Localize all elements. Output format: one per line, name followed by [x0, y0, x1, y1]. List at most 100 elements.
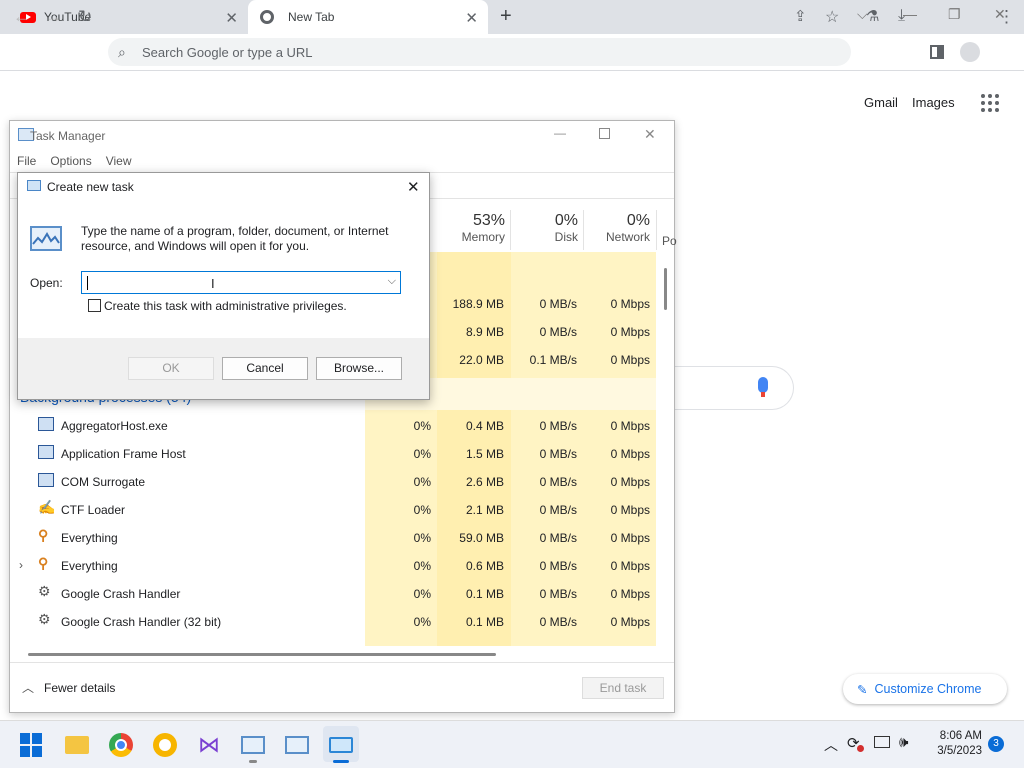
open-label: Open: [30, 276, 63, 290]
disk-cell: 0 MB/s [539, 297, 577, 311]
cancel-button[interactable]: Cancel [222, 357, 308, 380]
clock[interactable]: 8:06 AM 3/5/2023 [930, 729, 982, 759]
voice-search-icon[interactable] [758, 377, 768, 393]
column-disk[interactable]: 0% Disk [515, 212, 578, 244]
minimize-icon[interactable]: — [554, 126, 566, 140]
menu-icon[interactable]: ⋮ [998, 7, 1015, 27]
chrome-taskbar-icon[interactable] [109, 733, 133, 757]
memory-percent: 53% [472, 212, 505, 229]
gmail-link[interactable]: Gmail [864, 95, 898, 110]
tab-new-tab[interactable]: New Tab ✕ [248, 0, 488, 34]
disk-cell: 0 MB/s [539, 615, 577, 629]
chevron-up-icon[interactable]: ︿ [22, 679, 34, 696]
disk-cell: 0 MB/s [539, 559, 577, 573]
labs-icon[interactable]: ⚗ [866, 7, 879, 25]
task-manager-taskbar-icon[interactable] [285, 736, 309, 754]
crash-icon: ⚙ [38, 611, 51, 627]
cpu-cell: 0% [413, 587, 431, 601]
horizontal-scrollbar[interactable] [28, 653, 496, 656]
network-icon[interactable] [874, 736, 890, 748]
column-memory[interactable]: 53% Memory [437, 212, 505, 244]
back-icon[interactable]: ← [13, 7, 30, 27]
window-icon [38, 445, 54, 459]
volume-icon[interactable]: 🕪 [899, 734, 908, 751]
ok-button[interactable]: OK [128, 357, 214, 380]
download-icon[interactable]: ⤓ [898, 7, 905, 25]
pencil-icon: ✎ [857, 682, 868, 697]
memory-cell: 2.6 MB [465, 475, 504, 489]
close-tab-icon[interactable]: ✕ [465, 9, 478, 27]
sidebar-icon[interactable] [930, 45, 944, 59]
dialog-description: Type the name of a program, folder, docu… [81, 224, 389, 253]
disk-cell: 0 MB/s [539, 587, 577, 601]
memory-cell: 8.9 MB [465, 325, 504, 339]
reload-icon[interactable]: ↻ [78, 7, 92, 27]
file-explorer-icon[interactable] [65, 736, 89, 754]
disk-cell: 0.1 MB/s [529, 353, 577, 367]
dialog-title: Create new task [47, 180, 134, 194]
expand-chevron-icon[interactable]: › [19, 558, 23, 572]
menu-view[interactable]: View [106, 154, 132, 168]
network-cell: 0 Mbps [610, 531, 650, 545]
disk-label: Disk [554, 230, 578, 244]
run-program-icon [30, 226, 62, 251]
star-icon[interactable]: ☆ [825, 7, 839, 27]
menu-options[interactable]: Options [50, 154, 91, 168]
table-row[interactable]: ⚙ Google Crash Handler (32 bit) 0% 0.1 M… [10, 608, 656, 636]
disk-cell: 0 MB/s [539, 503, 577, 517]
table-row[interactable]: › ⚲ Everything 0% 0.6 MB 0 MB/s 0 Mbps [10, 552, 656, 580]
restore-icon[interactable]: ❐ [948, 6, 961, 23]
minimize-icon[interactable]: — [903, 6, 917, 22]
table-row[interactable]: ⚙ Google Crash Handler 0% 0.1 MB 0 MB/s … [10, 580, 656, 608]
omnibox-placeholder: Search Google or type a URL [142, 45, 313, 60]
profile-icon[interactable] [960, 42, 980, 62]
chrome-canary-icon[interactable] [153, 733, 177, 757]
network-cell: 0 Mbps [610, 353, 650, 367]
customize-label: Customize Chrome [874, 682, 982, 696]
network-cell: 0 Mbps [610, 447, 650, 461]
admin-privileges-checkbox[interactable] [88, 299, 101, 312]
tab-youtube[interactable]: YouTube ✕ [8, 0, 248, 34]
network-cell: 0 Mbps [610, 587, 650, 601]
column-power[interactable]: Po [662, 234, 677, 248]
google-apps-icon[interactable] [981, 94, 999, 112]
date: 3/5/2023 [937, 745, 982, 757]
table-row[interactable]: AggregatorHost.exe 0% 0.4 MB 0 MB/s 0 Mb… [10, 412, 656, 440]
disk-cell: 0 MB/s [539, 447, 577, 461]
dropdown-arrow-icon[interactable]: ⌵ [388, 275, 396, 288]
menu-file[interactable]: File [17, 154, 36, 168]
notification-badge[interactable]: 3 [988, 736, 1004, 752]
close-tab-icon[interactable]: ✕ [225, 9, 238, 27]
table-row[interactable]: COM Surrogate 0% 2.6 MB 0 MB/s 0 Mbps [10, 468, 656, 496]
forward-icon[interactable]: → [45, 7, 62, 27]
table-row[interactable]: ⚲ Everything 0% 59.0 MB 0 MB/s 0 Mbps [10, 524, 656, 552]
disk-cell: 0 MB/s [539, 325, 577, 339]
memory-cell: 59.0 MB [459, 531, 504, 545]
task-manager-taskbar-icon[interactable] [241, 736, 265, 754]
open-combobox[interactable]: ⌵ [81, 271, 401, 294]
pen-icon: ✍ [38, 499, 56, 515]
magnifier-icon: ⚲ [38, 555, 49, 571]
images-link[interactable]: Images [912, 95, 955, 110]
table-row[interactable]: Application Frame Host 0% 1.5 MB 0 MB/s … [10, 440, 656, 468]
fewer-details-link[interactable]: Fewer details [44, 681, 115, 695]
table-row[interactable]: ✍ CTF Loader 0% 2.1 MB 0 MB/s 0 Mbps [10, 496, 656, 524]
column-network[interactable]: 0% Network [588, 212, 650, 244]
browse-button[interactable]: Browse... [316, 357, 402, 380]
task-manager-icon [27, 180, 41, 191]
run-dialog-taskbar-icon[interactable] [329, 737, 353, 753]
admin-privileges-label[interactable]: Create this task with administrative pri… [104, 299, 347, 313]
new-tab-icon[interactable]: + [500, 5, 512, 28]
visual-studio-icon[interactable]: ⋈ [197, 733, 221, 757]
customize-chrome-button[interactable]: ✎ Customize Chrome [843, 674, 1007, 704]
chevron-up-icon[interactable]: ︿ [824, 735, 838, 755]
start-icon[interactable] [20, 733, 44, 757]
network-label: Network [605, 230, 650, 244]
memory-cell: 2.1 MB [465, 503, 504, 517]
end-task-button[interactable]: End task [582, 677, 664, 699]
close-icon[interactable]: ✕ [407, 178, 420, 196]
maximize-icon[interactable] [599, 128, 610, 139]
vertical-scrollbar[interactable] [664, 268, 667, 310]
close-icon[interactable]: ✕ [644, 126, 656, 143]
share-icon[interactable]: ⇪ [794, 7, 807, 25]
